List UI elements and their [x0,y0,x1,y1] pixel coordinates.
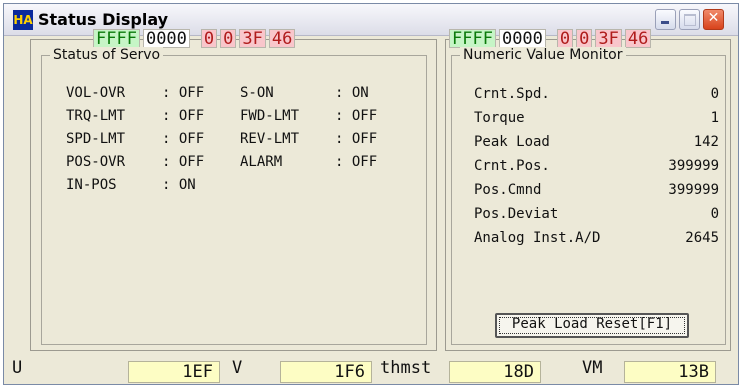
status-name: REV-LMT [240,131,300,147]
status-value: : OFF [162,108,205,124]
status-value: : ON [335,85,369,101]
hex-cell: 46 [624,29,652,49]
thmst-label: thmst [380,358,432,378]
monitor-label: Pos.Deviat [474,206,559,222]
status-value: : OFF [162,131,205,147]
status-name: TRQ-LMT [66,108,126,124]
servo-group-title: Status of Servo [50,47,164,63]
close-button[interactable] [703,9,724,30]
status-display-window: HA Status Display FFFF 0000 0 0 3F 46 St… [3,3,739,385]
status-value: : OFF [162,154,205,170]
monitor-row: Peak Load 142 [474,130,719,154]
hex-cell: 0000 [498,29,546,49]
app-icon: HA [13,10,33,30]
monitor-value: 2645 [685,230,719,246]
hex-cell: 0000 [142,29,190,49]
status-value: : OFF [335,131,378,147]
peak-load-reset-button[interactable]: Peak Load Reset[F1] [495,313,689,338]
status-row: POS-OVR : OFF ALARM : OFF [66,151,377,174]
monitor-value: 0 [710,86,719,102]
status-value: : ON [162,177,196,193]
numeric-monitor-group: Numeric Value Monitor Crnt.Spd. 0 Torque 1… [451,47,726,345]
u-value: 1EF [128,361,220,383]
hex-cell: 3F [239,29,266,49]
hex-cell: 0 [576,29,593,49]
v-value: 1F6 [280,361,372,383]
hex-cell: 3F [595,29,622,49]
servo-status-group: Status of Servo VOL-OVR : OFF S-ON : ON … [41,47,427,345]
thmst-value: 18D [449,361,541,383]
status-value: : OFF [162,85,205,101]
numeric-value-table: Crnt.Spd. 0 Torque 1 Peak Load 142 Crnt.Pos… [474,82,719,250]
monitor-panel: FFFF 0000 0 0 3F 46 Numeric Value Monito… [445,29,731,351]
hex-cell: 0 [220,29,237,49]
monitor-row: Pos.Cmnd 399999 [474,178,719,202]
monitor-label: Analog Inst.A/D [474,230,601,246]
right-hex-row: FFFF 0000 0 0 3F 46 [449,29,654,49]
status-name: S-ON [240,85,274,101]
status-row: TRQ-LMT : OFF FWD-LMT : OFF [66,105,377,128]
monitor-label: Crnt.Spd. [474,86,550,102]
v-label: V [232,358,243,378]
monitor-value: 142 [693,134,719,150]
monitor-label: Torque [474,110,525,126]
hex-cell: 46 [268,29,296,49]
status-name: POS-OVR [66,154,126,170]
status-value: : OFF [335,154,378,170]
u-label: U [12,358,23,378]
monitor-value: 399999 [668,182,719,198]
monitor-value: 0 [710,206,719,222]
vm-label: VM [582,358,603,378]
monitor-row: Analog Inst.A/D 2645 [474,226,719,250]
monitor-label: Pos.Cmnd [474,182,542,198]
monitor-row: Torque 1 [474,106,719,130]
status-name: ALARM [240,154,283,170]
monitor-row: Crnt.Pos. 399999 [474,154,719,178]
status-row: IN-POS : ON [66,174,377,197]
status-name: SPD-LMT [66,131,126,147]
vm-value: 13B [624,361,716,383]
status-row: VOL-OVR : OFF S-ON : ON [66,82,377,105]
status-value: : OFF [335,108,378,124]
status-name: FWD-LMT [240,108,300,124]
monitor-value: 1 [710,110,719,126]
bottom-status-bar: U 1EF V 1F6 thmst 18D VM 13B [4,354,738,384]
maximize-button[interactable] [679,9,700,30]
hex-cell: FFFF [93,29,140,49]
monitor-value: 399999 [668,158,719,174]
minimize-button[interactable] [655,9,676,30]
monitor-label: Crnt.Pos. [474,158,550,174]
servo-panel: FFFF 0000 0 0 3F 46 Status of Servo VOL-… [30,29,437,351]
left-hex-row: FFFF 0000 0 0 3F 46 [93,29,298,49]
status-name: VOL-OVR [66,85,126,101]
hex-cell: FFFF [449,29,496,49]
hex-cell: 0 [200,29,218,49]
monitor-group-title: Numeric Value Monitor [460,47,626,63]
monitor-label: Peak Load [474,134,550,150]
status-row: SPD-LMT : OFF REV-LMT : OFF [66,128,377,151]
servo-status-table: VOL-OVR : OFF S-ON : ON TRQ-LMT : OFF FW… [66,82,377,197]
monitor-row: Pos.Deviat 0 [474,202,719,226]
hex-cell: 0 [556,29,574,49]
window-title: Status Display [38,10,169,29]
monitor-row: Crnt.Spd. 0 [474,82,719,106]
status-name: IN-POS [66,177,117,193]
